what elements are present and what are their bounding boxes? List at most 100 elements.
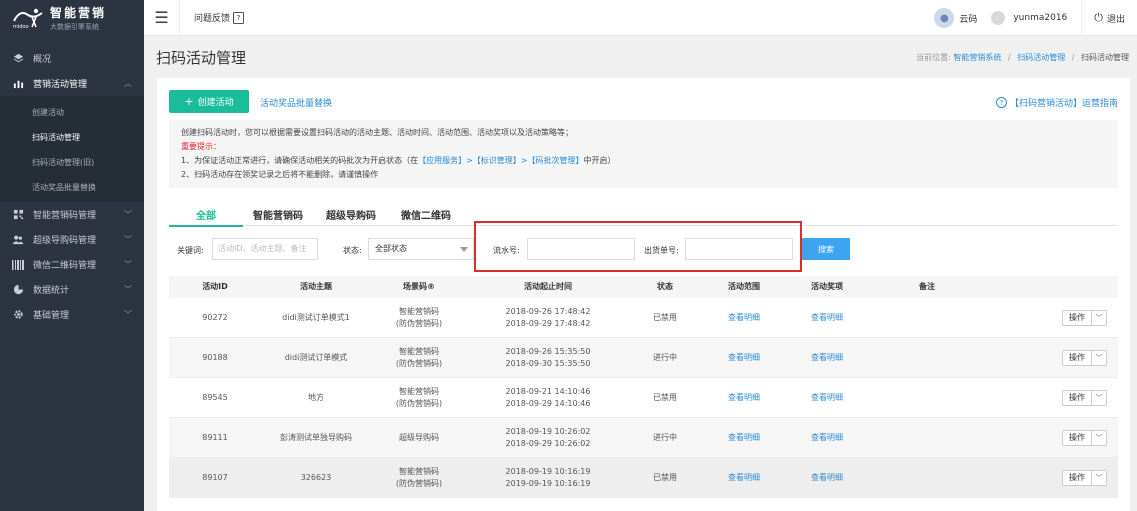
campaign-submenu: 创建活动 扫码活动管理 扫码活动管理(旧) 活动奖品批量替换 bbox=[0, 96, 144, 202]
prize-detail-link[interactable]: 查看明细 bbox=[787, 312, 867, 324]
cell-id: 90188 bbox=[202, 352, 228, 362]
table-row[interactable]: 89107 326623 智能营销码 (防伪营销码) 2018-09-19 10:… bbox=[169, 458, 1118, 498]
cell-theme: 地方 bbox=[308, 392, 324, 402]
sidebar-item-label: 微信二维码管理 bbox=[33, 261, 97, 271]
chart-icon bbox=[12, 78, 24, 90]
range-detail-link[interactable]: 查看明细 bbox=[701, 312, 787, 324]
cloud-code-label[interactable]: 云码 bbox=[959, 12, 977, 25]
operation-dropdown[interactable]: 操作 ﹀ bbox=[1062, 309, 1107, 326]
operation-dropdown[interactable]: 操作 ﹀ bbox=[1062, 349, 1107, 366]
batch-replace-link[interactable]: 活动奖品批量替换 bbox=[260, 96, 332, 109]
col-header[interactable]: 活动范围 bbox=[701, 281, 787, 293]
submenu-batch-replace[interactable]: 活动奖品批量替换 bbox=[0, 175, 144, 200]
col-header[interactable]: 活动奖项 bbox=[787, 281, 867, 293]
sidebar-item-overview[interactable]: 概况 bbox=[0, 46, 144, 71]
cell-time: 2018-09-21 14:10:46 2018-09-29 14:10:46 bbox=[505, 386, 591, 408]
top-bar: ☰ 问题反馈 ? ● 云码 yunma2016 ⏻ 退出 bbox=[144, 0, 1137, 36]
range-detail-link[interactable]: 查看明细 bbox=[701, 392, 787, 404]
range-detail-link[interactable]: 查看明细 bbox=[701, 352, 787, 364]
col-header[interactable]: 活动主题 bbox=[261, 281, 371, 293]
cell-theme: 彭涛测试单独导购码 bbox=[280, 432, 352, 442]
sidebar-item-label: 概况 bbox=[33, 55, 52, 65]
feedback-label: 问题反馈 bbox=[194, 14, 231, 24]
sidebar: midoo 智能营销 大数据引擎系统 概况 营销活动管理 ︿ 创建活动 扫码活动… bbox=[0, 0, 144, 511]
sidebar-item-basic[interactable]: 基础管理 ﹀ bbox=[0, 302, 144, 327]
cell-time: 2018-09-26 15:35:50 2018-09-30 15:35:50 bbox=[505, 346, 591, 368]
prize-detail-link[interactable]: 查看明细 bbox=[787, 392, 867, 404]
cell-scene: 智能营销码 (防伪营销码) bbox=[395, 306, 443, 328]
status-select[interactable]: 全部状态 bbox=[368, 238, 474, 260]
col-header[interactable]: 活动ID bbox=[169, 281, 261, 293]
sidebar-item-campaign[interactable]: 营销活动管理 ︿ bbox=[0, 71, 144, 96]
range-detail-link[interactable]: 查看明细 bbox=[701, 472, 787, 484]
col-header[interactable]: 活动起止时间 bbox=[467, 281, 629, 293]
operation-dropdown[interactable]: 操作 ﹀ bbox=[1062, 429, 1107, 446]
cloud-avatar-icon[interactable]: ● bbox=[934, 8, 955, 28]
col-header[interactable]: 备注 bbox=[867, 281, 987, 293]
notice-link[interactable]: 【应用服务】>【标识管理】>【码批次管理】 bbox=[418, 156, 583, 165]
table-row[interactable]: 90188 didi测试订单模式 智能营销码 (防伪营销码) 2018-09-26… bbox=[169, 338, 1118, 378]
cell-theme: didi测试订单模式1 bbox=[282, 312, 350, 322]
pie-icon bbox=[12, 284, 24, 296]
cell-scene: 智能营销码 (防伪营销码) bbox=[395, 346, 443, 368]
breadcrumb-link[interactable]: 扫码活动管理 bbox=[1017, 53, 1065, 62]
chevron-down-icon: ﹀ bbox=[1095, 353, 1103, 362]
brand-logo[interactable]: midoo 智能营销 大数据引擎系统 bbox=[0, 0, 144, 36]
table-header: 活动ID 活动主题 场景码® 活动起止时间 状态 活动范围 活动奖项 备注 bbox=[169, 276, 1118, 298]
power-icon: ⏻ bbox=[1094, 11, 1103, 24]
feedback-icon: ? bbox=[233, 11, 245, 24]
caret-down-icon bbox=[460, 247, 468, 252]
chevron-up-icon: ︿ bbox=[124, 79, 132, 88]
sidebar-item-smart-code[interactable]: 智能营销码管理 ﹀ bbox=[0, 202, 144, 227]
cell-status: 已禁用 bbox=[653, 312, 677, 322]
operation-dropdown[interactable]: 操作 ﹀ bbox=[1062, 389, 1107, 406]
prize-detail-link[interactable]: 查看明细 bbox=[787, 432, 867, 444]
feedback-link[interactable]: 问题反馈 ? bbox=[194, 11, 245, 24]
user-icon bbox=[991, 11, 1006, 25]
highlight-annotation-box bbox=[474, 221, 802, 272]
cell-scene: 智能营销码 (防伪营销码) bbox=[395, 466, 443, 488]
logout-label: 退出 bbox=[1106, 14, 1125, 25]
prize-detail-link[interactable]: 查看明细 bbox=[787, 472, 867, 484]
help-icon: ? bbox=[995, 97, 1007, 108]
sidebar-item-label: 超级导购码管理 bbox=[33, 236, 97, 246]
menu-toggle-icon[interactable]: ☰ bbox=[144, 0, 180, 36]
midoo-logo-icon: midoo bbox=[12, 7, 44, 30]
breadcrumb: 当前位置: 智能营销系统 / 扫码活动管理 / 扫码活动管理 bbox=[916, 53, 1129, 62]
logout-button[interactable]: ⏻ 退出 bbox=[1081, 0, 1137, 36]
page-header: 扫码活动管理 当前位置: 智能营销系统 / 扫码活动管理 / 扫码活动管理 bbox=[144, 36, 1137, 76]
scrollbar[interactable] bbox=[1130, 36, 1137, 511]
notice-line: 2、扫码活动存在领奖记录之后将不能删除，请谨慎操作 bbox=[181, 170, 379, 179]
tab-smart-code[interactable]: 智能营销码 bbox=[243, 202, 313, 226]
plus-icon: + bbox=[184, 95, 194, 108]
username[interactable]: yunma2016 bbox=[1013, 13, 1067, 23]
range-detail-link[interactable]: 查看明细 bbox=[701, 432, 787, 444]
col-header[interactable]: 场景码® bbox=[371, 281, 467, 293]
keyword-input[interactable]: 活动ID、活动主题、备注 bbox=[212, 238, 318, 260]
tab-wechat-qr[interactable]: 微信二维码 bbox=[389, 202, 463, 226]
create-activity-button[interactable]: + 创建活动 bbox=[169, 90, 249, 113]
notice-line: 创建扫码活动时，您可以根据需要设置扫码活动的活动主题、活动时间、活动范围、活动奖… bbox=[181, 128, 573, 137]
tab-all[interactable]: 全部 bbox=[169, 202, 243, 227]
keyword-label: 关键词: bbox=[177, 246, 204, 255]
operation-guide-link[interactable]: ? 【扫码营销活动】运营指南 bbox=[995, 96, 1118, 109]
table-row[interactable]: 89111 彭涛测试单独导购码 超级导购码 2018-09-19 10:26:0… bbox=[169, 418, 1118, 458]
table-row[interactable]: 90272 didi测试订单模式1 智能营销码 (防伪营销码) 2018-09-2… bbox=[169, 298, 1118, 338]
notice-line: 1、为保证活动正常进行，请确保活动相关的码批次为开启状态（在【应用服务】>【标识… bbox=[181, 156, 616, 165]
sidebar-item-guide-code[interactable]: 超级导购码管理 ﹀ bbox=[0, 227, 144, 252]
submenu-scan-activity[interactable]: 扫码活动管理 bbox=[0, 125, 144, 150]
submenu-create-activity[interactable]: 创建活动 bbox=[0, 100, 144, 125]
cell-status: 已禁用 bbox=[653, 392, 677, 402]
tab-guide-code[interactable]: 超级导购码 bbox=[313, 202, 389, 226]
search-button[interactable]: 搜索 bbox=[802, 238, 850, 260]
sidebar-item-wechat-qr[interactable]: 微信二维码管理 ﹀ bbox=[0, 252, 144, 277]
sidebar-item-stats[interactable]: 数据统计 ﹀ bbox=[0, 277, 144, 302]
breadcrumb-current: 扫码活动管理 bbox=[1081, 53, 1129, 62]
operation-dropdown[interactable]: 操作 ﹀ bbox=[1062, 469, 1107, 486]
table-row[interactable]: 89545 地方 智能营销码 (防伪营销码) 2018-09-21 14:10:4… bbox=[169, 378, 1118, 418]
col-header[interactable]: 状态 bbox=[629, 281, 701, 293]
breadcrumb-link[interactable]: 智能营销系统 bbox=[953, 53, 1001, 62]
prize-detail-link[interactable]: 查看明细 bbox=[787, 352, 867, 364]
page-title: 扫码活动管理 bbox=[156, 49, 247, 67]
submenu-scan-activity-old[interactable]: 扫码活动管理(旧) bbox=[0, 150, 144, 175]
